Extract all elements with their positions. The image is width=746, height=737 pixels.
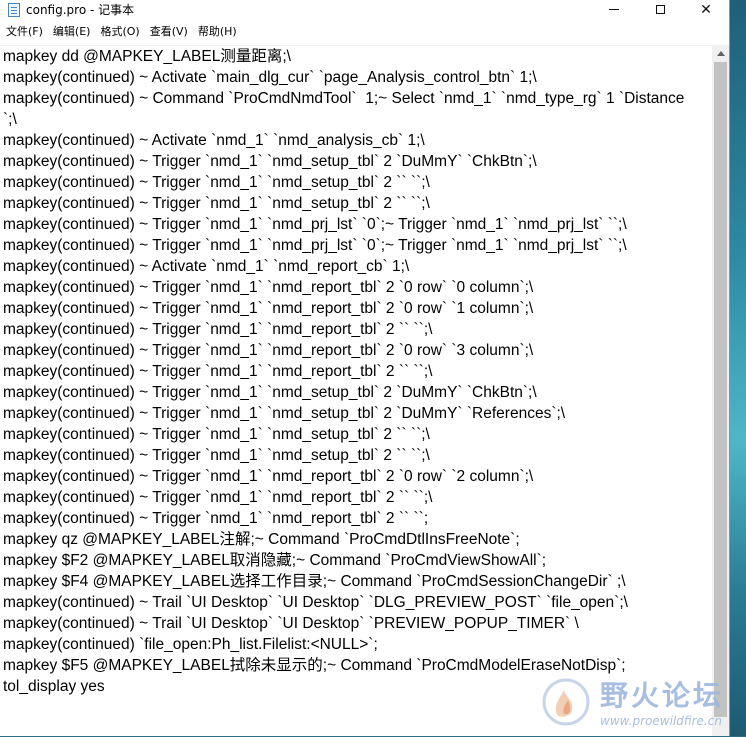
text-line[interactable]: mapkey(continued) ~ Trigger `nmd_1` `nmd…	[3, 361, 698, 382]
text-line[interactable]: tol_display yes	[3, 676, 698, 697]
text-line[interactable]: mapkey(continued) ~ Trigger `nmd_1` `nmd…	[3, 487, 698, 508]
notepad-window: config.pro - 记事本 ✕ 文件(F) 编辑(E) 格式(O) 查看(…	[0, 0, 730, 736]
minimize-button[interactable]	[591, 0, 637, 19]
close-button[interactable]: ✕	[683, 0, 729, 19]
text-line[interactable]: mapkey(continued) ~ Trigger `nmd_1` `nmd…	[3, 235, 698, 256]
text-line[interactable]: mapkey(continued) ~ Trigger `nmd_1` `nmd…	[3, 508, 698, 529]
minimize-icon	[609, 9, 619, 10]
text-line[interactable]: mapkey $F4 @MAPKEY_LABEL选择工作目录;~ Command…	[3, 571, 698, 592]
text-line[interactable]: mapkey(continued) ~ Trigger `nmd_1` `nmd…	[3, 466, 698, 487]
text-content[interactable]: mapkey dd @MAPKEY_LABEL测量距离;\ mapkey(cont…	[0, 46, 698, 697]
text-line[interactable]: mapkey $F2 @MAPKEY_LABEL取消隐藏;~ Command `…	[3, 550, 698, 571]
vertical-scrollbar[interactable]	[712, 45, 729, 736]
maximize-icon	[655, 5, 665, 14]
text-line[interactable]: mapkey dd @MAPKEY_LABEL测量距离;\	[3, 46, 698, 67]
notepad-icon	[8, 2, 20, 17]
text-line[interactable]: mapkey(continued) ~ Activate `nmd_1` `nm…	[3, 130, 698, 151]
text-line[interactable]: mapkey(continued) ~ Trigger `nmd_1` `nmd…	[3, 298, 698, 319]
text-line[interactable]: mapkey(continued) ~ Trail `UI Desktop` `…	[3, 592, 698, 613]
text-line[interactable]: mapkey(continued) ~ Activate `main_dlg_c…	[3, 67, 698, 88]
text-line[interactable]: mapkey(continued) ~ Trigger `nmd_1` `nmd…	[3, 424, 698, 445]
text-line[interactable]: mapkey(continued) ~ Trigger `nmd_1` `nmd…	[3, 319, 698, 340]
menu-view[interactable]: 查看(V)	[149, 24, 194, 40]
text-line[interactable]: mapkey(continued) ~ Trigger `nmd_1` `nmd…	[3, 277, 698, 298]
title-bar[interactable]: config.pro - 记事本 ✕	[0, 0, 729, 19]
menu-file[interactable]: 文件(F)	[5, 24, 49, 40]
scroll-up-button[interactable]	[712, 45, 729, 62]
text-line[interactable]: mapkey(continued) ~ Command `ProCmdNmdTo…	[3, 88, 698, 130]
scroll-thumb[interactable]	[714, 62, 727, 717]
text-line[interactable]: mapkey(continued) ~ Trigger `nmd_1` `nmd…	[3, 214, 698, 235]
arrow-up-icon	[716, 51, 725, 56]
text-line[interactable]: mapkey $F5 @MAPKEY_LABEL拭除未显示的;~ Command…	[3, 655, 698, 676]
text-line[interactable]: mapkey(continued) ~ Trigger `nmd_1` `nmd…	[3, 445, 698, 466]
text-line[interactable]: mapkey(continued) ~ Trigger `nmd_1` `nmd…	[3, 151, 698, 172]
text-line[interactable]: mapkey(continued) ~ Trigger `nmd_1` `nmd…	[3, 403, 698, 424]
desktop-background	[730, 0, 746, 736]
text-line[interactable]: mapkey(continued) ~ Trigger `nmd_1` `nmd…	[3, 340, 698, 361]
text-line[interactable]: mapkey(continued) ~ Activate `nmd_1` `nm…	[3, 256, 698, 277]
text-line[interactable]: mapkey(continued) ~ Trigger `nmd_1` `nmd…	[3, 382, 698, 403]
text-line[interactable]: mapkey qz @MAPKEY_LABEL注解;~ Command `Pro…	[3, 529, 698, 550]
window-controls: ✕	[591, 0, 729, 19]
window-title: config.pro - 记事本	[26, 3, 135, 17]
text-line[interactable]: mapkey(continued) ~ Trigger `nmd_1` `nmd…	[3, 172, 698, 193]
menu-format[interactable]: 格式(O)	[99, 24, 145, 40]
text-editor[interactable]: mapkey dd @MAPKEY_LABEL测量距离;\ mapkey(cont…	[0, 45, 712, 737]
text-line[interactable]: mapkey(continued) ~ Trigger `nmd_1` `nmd…	[3, 193, 698, 214]
text-line[interactable]: mapkey(continued) `file_open:Ph_list.Fil…	[3, 634, 698, 655]
menu-help[interactable]: 帮助(H)	[197, 24, 243, 40]
maximize-button[interactable]	[637, 0, 683, 19]
menu-edit[interactable]: 编辑(E)	[52, 24, 97, 40]
text-line[interactable]: mapkey(continued) ~ Trail `UI Desktop` `…	[3, 613, 698, 634]
menu-bar: 文件(F) 编辑(E) 格式(O) 查看(V) 帮助(H)	[0, 19, 729, 45]
close-icon: ✕	[700, 1, 712, 18]
